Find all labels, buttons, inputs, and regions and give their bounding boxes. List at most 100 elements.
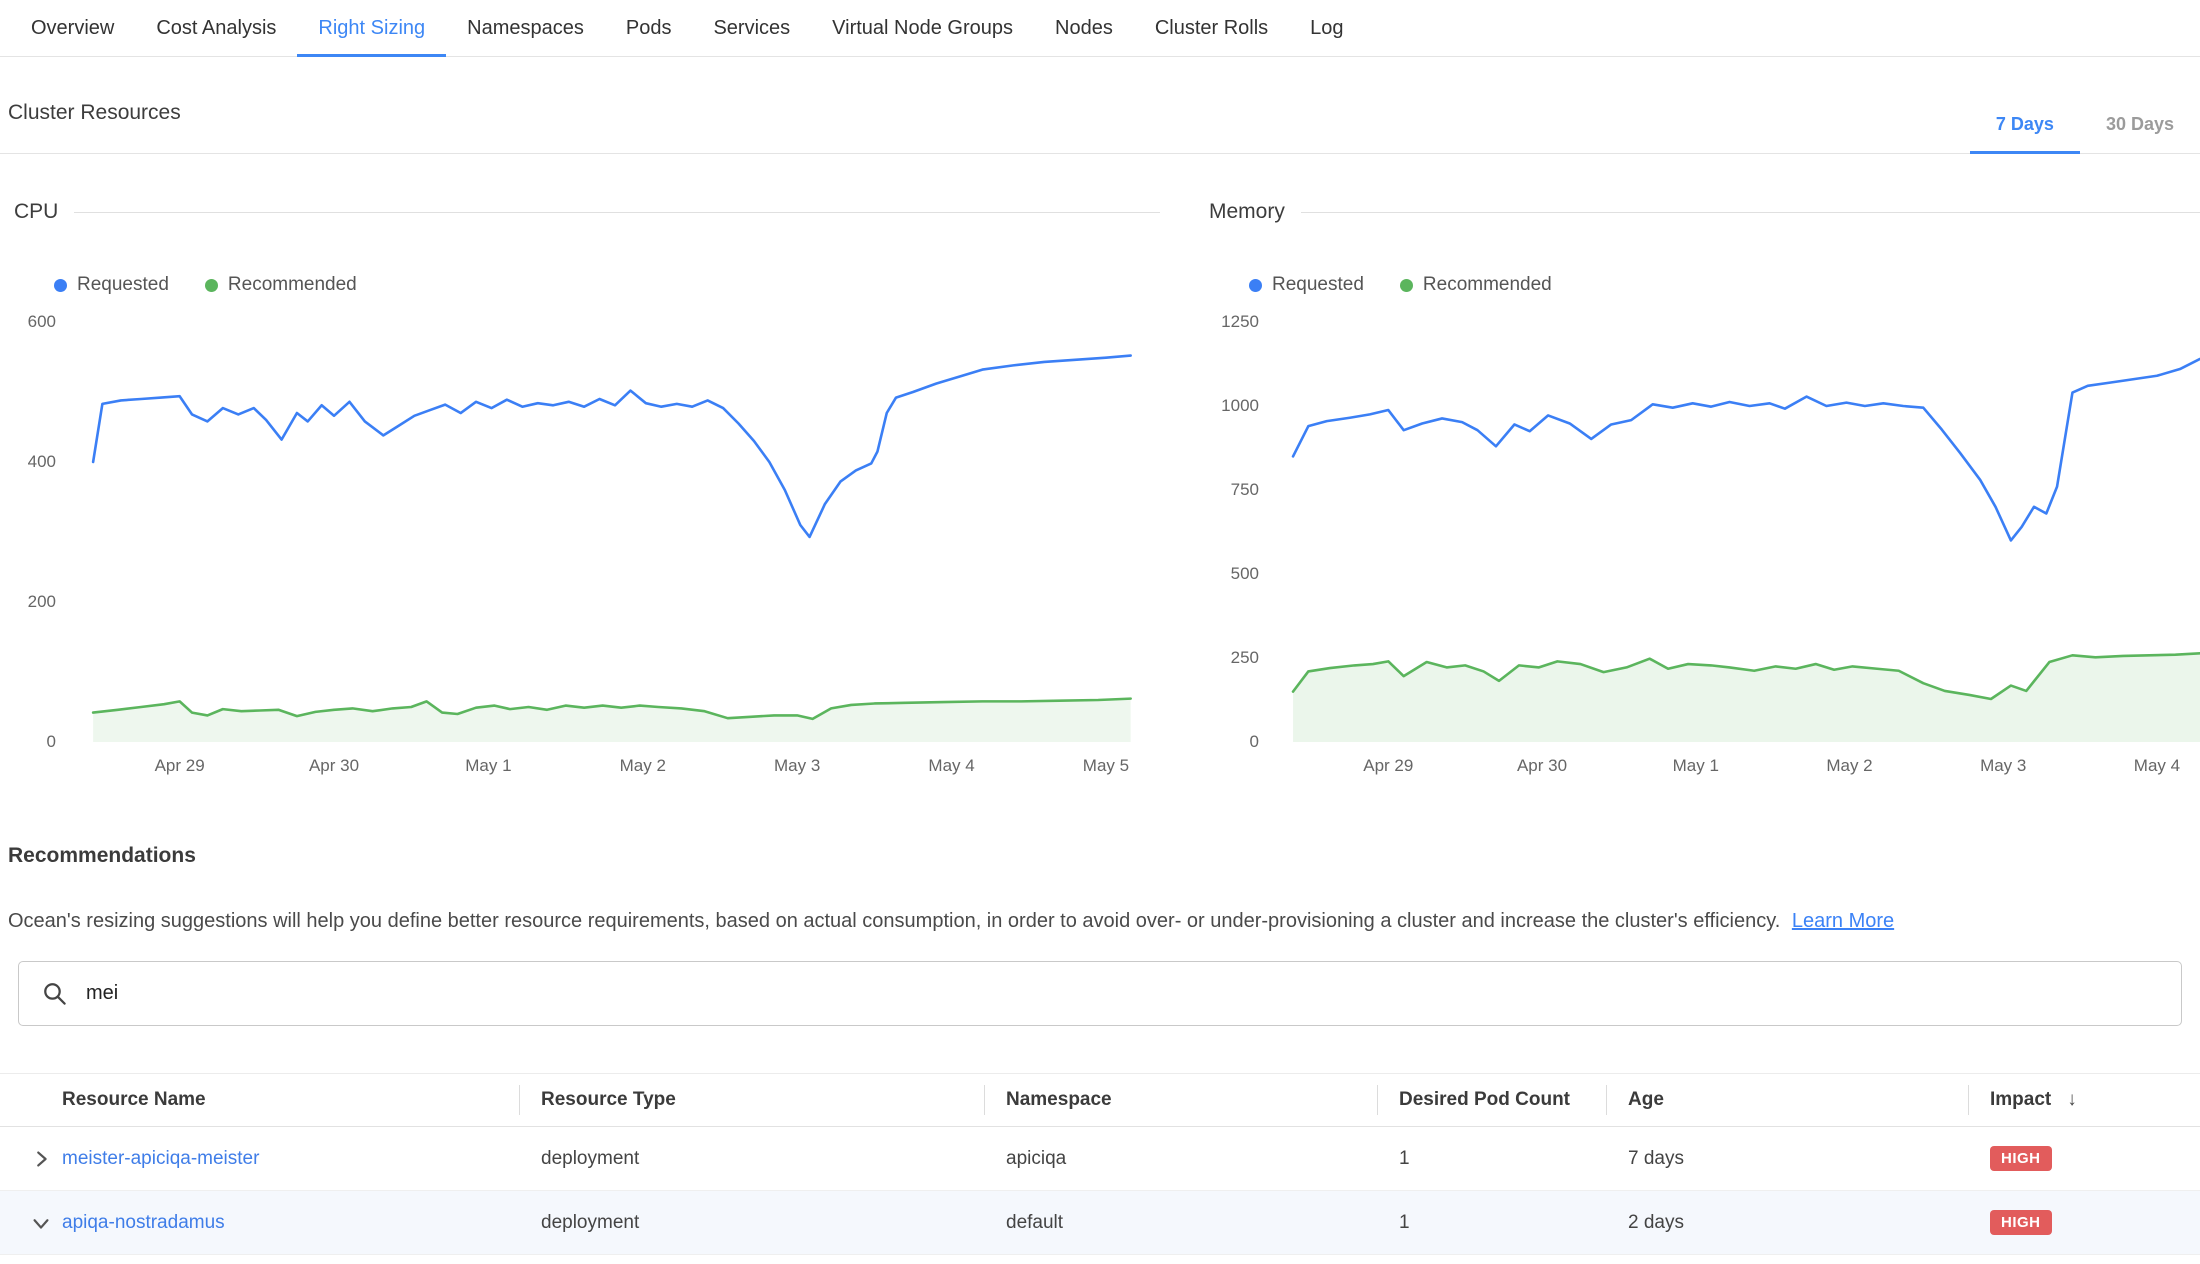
y-axis-tick: 0 xyxy=(1250,732,1259,752)
tab-virtual-node-groups[interactable]: Virtual Node Groups xyxy=(811,0,1034,56)
y-axis-tick: 250 xyxy=(1231,648,1259,668)
recommendations-table: Resource Name Resource Type Namespace De… xyxy=(0,1073,2200,1255)
cluster-resources-title: Cluster Resources xyxy=(8,101,181,153)
memory-x-axis: Apr 29 Apr 30 May 1 May 2 May 3 May 4 xyxy=(1273,750,2200,780)
search-box[interactable] xyxy=(18,961,2182,1026)
cpu-chart-card: CPU Requested Recommended 600 400 200 0 Apr… xyxy=(14,200,1160,780)
y-axis-tick: 0 xyxy=(47,732,56,752)
x-axis-tick: May 2 xyxy=(1826,756,1872,776)
y-axis-tick: 1000 xyxy=(1221,396,1259,416)
cpu-line-chart[interactable] xyxy=(70,322,1160,742)
resource-name-link[interactable]: meister-apiciqa-meister xyxy=(62,1148,259,1169)
resource-name-link[interactable]: apiqa-nostradamus xyxy=(62,1212,225,1233)
y-axis-tick: 500 xyxy=(1231,564,1259,584)
recommendations-section: Recommendations Ocean's resizing suggest… xyxy=(0,844,2200,933)
chevron-right-icon xyxy=(30,1148,52,1170)
namespace-cell: default xyxy=(984,1212,1377,1234)
memory-chart-title: Memory xyxy=(1209,200,1285,224)
legend-label: Recommended xyxy=(228,274,357,296)
tab-services[interactable]: Services xyxy=(692,0,811,56)
row-expand-toggle[interactable] xyxy=(0,1148,62,1170)
impact-badge: HIGH xyxy=(1990,1146,2052,1171)
tab-nodes[interactable]: Nodes xyxy=(1034,0,1134,56)
table-row[interactable]: apiqa-nostradamus deployment default 1 2… xyxy=(0,1191,2200,1255)
x-axis-tick: May 3 xyxy=(774,756,820,776)
cluster-resources-header: Cluster Resources 7 Days 30 Days xyxy=(0,57,2200,154)
header-namespace[interactable]: Namespace xyxy=(984,1089,1377,1111)
search-input[interactable] xyxy=(86,982,2181,1005)
legend-item-recommended[interactable]: Recommended xyxy=(1400,274,1552,296)
top-nav-tabbar: Overview Cost Analysis Right Sizing Name… xyxy=(0,0,2200,57)
range-tab-30-days[interactable]: 30 Days xyxy=(2080,114,2200,153)
learn-more-link[interactable]: Learn More xyxy=(1792,910,1894,932)
header-desired-pod-count[interactable]: Desired Pod Count xyxy=(1377,1089,1606,1111)
header-age[interactable]: Age xyxy=(1606,1089,1968,1111)
tab-namespaces[interactable]: Namespaces xyxy=(446,0,605,56)
charts-section: CPU Requested Recommended 600 400 200 0 Apr… xyxy=(0,200,2200,780)
title-divider xyxy=(74,212,1160,213)
search-icon xyxy=(41,980,68,1007)
tab-pods[interactable]: Pods xyxy=(605,0,693,56)
x-axis-tick: May 1 xyxy=(465,756,511,776)
header-resource-type[interactable]: Resource Type xyxy=(519,1089,984,1111)
y-axis-tick: 400 xyxy=(28,452,56,472)
desired-pod-count-cell: 1 xyxy=(1377,1212,1606,1234)
tab-overview[interactable]: Overview xyxy=(10,0,135,56)
x-axis-tick: May 4 xyxy=(2134,756,2180,776)
legend-item-recommended[interactable]: Recommended xyxy=(205,274,357,296)
x-axis-tick: May 3 xyxy=(1980,756,2026,776)
header-impact[interactable]: Impact ↓ xyxy=(1968,1089,2200,1111)
row-expand-toggle[interactable] xyxy=(0,1212,62,1234)
table-header: Resource Name Resource Type Namespace De… xyxy=(0,1073,2200,1127)
x-axis-tick: Apr 30 xyxy=(1517,756,1567,776)
y-axis-tick: 1250 xyxy=(1221,312,1259,332)
legend-item-requested[interactable]: Requested xyxy=(54,274,169,296)
tab-log[interactable]: Log xyxy=(1289,0,1364,56)
y-axis-tick: 750 xyxy=(1231,480,1259,500)
legend-item-requested[interactable]: Requested xyxy=(1249,274,1364,296)
resource-type-cell: deployment xyxy=(519,1212,984,1234)
x-axis-tick: Apr 29 xyxy=(155,756,205,776)
tab-right-sizing[interactable]: Right Sizing xyxy=(297,0,446,56)
resource-type-cell: deployment xyxy=(519,1148,984,1170)
legend-label: Requested xyxy=(1272,274,1364,296)
y-axis-tick: 600 xyxy=(28,312,56,332)
cpu-chart-title: CPU xyxy=(14,200,58,224)
requested-dot-icon xyxy=(54,279,67,292)
recommended-dot-icon xyxy=(205,279,218,292)
recommendations-description: Ocean's resizing suggestions will help y… xyxy=(8,910,2200,933)
x-axis-tick: Apr 30 xyxy=(309,756,359,776)
recommendations-description-text: Ocean's resizing suggestions will help y… xyxy=(8,910,1780,932)
x-axis-tick: May 4 xyxy=(928,756,974,776)
header-impact-label: Impact xyxy=(1990,1089,2051,1111)
chevron-down-icon xyxy=(30,1212,52,1234)
recommendations-title: Recommendations xyxy=(8,844,2200,868)
x-axis-tick: Apr 29 xyxy=(1363,756,1413,776)
table-row[interactable]: meister-apiciqa-meister deployment apici… xyxy=(0,1127,2200,1191)
cpu-chart-legend: Requested Recommended xyxy=(54,274,1160,296)
y-axis-tick: 200 xyxy=(28,592,56,612)
x-axis-tick: May 5 xyxy=(1083,756,1129,776)
tab-cost-analysis[interactable]: Cost Analysis xyxy=(135,0,297,56)
desired-pod-count-cell: 1 xyxy=(1377,1148,1606,1170)
x-axis-tick: May 1 xyxy=(1673,756,1719,776)
tab-cluster-rolls[interactable]: Cluster Rolls xyxy=(1134,0,1289,56)
x-axis-tick: May 2 xyxy=(620,756,666,776)
cpu-y-axis: 6004002000 xyxy=(14,322,70,742)
time-range-tabs: 7 Days 30 Days xyxy=(1970,114,2200,153)
memory-line-chart[interactable] xyxy=(1273,322,2200,742)
age-cell: 7 days xyxy=(1606,1148,1968,1170)
namespace-cell: apiciqa xyxy=(984,1148,1377,1170)
legend-label: Requested xyxy=(77,274,169,296)
age-cell: 2 days xyxy=(1606,1212,1968,1234)
range-tab-7-days[interactable]: 7 Days xyxy=(1970,114,2080,153)
header-resource-name[interactable]: Resource Name xyxy=(62,1089,519,1111)
requested-dot-icon xyxy=(1249,279,1262,292)
legend-label: Recommended xyxy=(1423,274,1552,296)
memory-chart-card: Memory Requested Recommended 1250 1000 750… xyxy=(1209,200,2200,780)
recommended-dot-icon xyxy=(1400,279,1413,292)
cpu-x-axis: Apr 29 Apr 30 May 1 May 2 May 3 May 4 May 5 xyxy=(70,750,1160,780)
memory-y-axis: 125010007505002500 xyxy=(1209,322,1273,742)
memory-chart-legend: Requested Recommended xyxy=(1249,274,2200,296)
sort-desc-icon[interactable]: ↓ xyxy=(2067,1089,2077,1111)
